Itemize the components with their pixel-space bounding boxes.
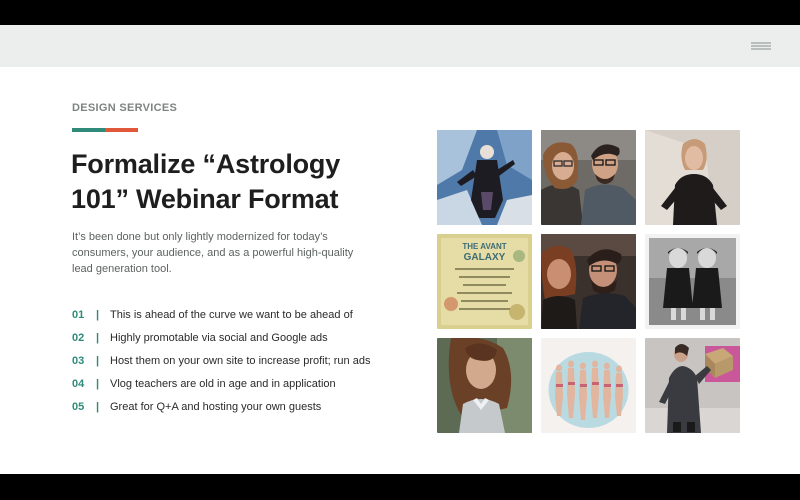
list-item-text: Great for Q+A and hosting your own guest… [110,400,322,413]
photo-couple-selfie-dark [541,234,636,329]
hamburger-menu-icon[interactable] [748,39,774,53]
art-illustration-icon [541,338,636,433]
photo-couple-selfie [541,130,636,225]
portrait-single-icon [437,338,532,433]
portrait-single-icon [645,338,740,433]
portrait-pair-icon [541,234,636,329]
accent-divider-orange [105,128,138,132]
list-item: 01 | This is ahead of the curve we want to… [72,303,402,326]
list-item: 04 | Vlog teachers are old in age and in a… [72,372,402,395]
list-item: 03 | Host them on your own site to increas… [72,349,402,372]
list-item: 02 | Highly promotable via social and Goog… [72,326,402,349]
list-item-separator: | [96,354,100,367]
poster-title-line2: GALAXY [464,252,506,263]
slide-title: Formalize “Astrology 101” Webinar Format [71,149,341,214]
list-item-text: Vlog teachers are old in age and in appl… [110,377,336,390]
portrait-pair-bw-icon [645,234,740,329]
portrait-single-icon [645,130,740,225]
photo-twin-girls [645,234,740,329]
photo-watercolor-figures [541,338,636,433]
slide-subtitle: It’s been done but only lightly moderniz… [72,231,354,275]
accent-divider-teal [72,128,105,132]
section-eyebrow: DESIGN SERVICES [72,102,178,114]
photo-woman-hair-portrait [437,338,532,433]
letterbox-top [0,0,800,25]
list-item-number: 05 [72,400,85,413]
photo-woman-black-sweater [645,130,740,225]
slide-header-band [0,25,800,67]
list-item-separator: | [96,308,100,321]
list-item-number: 01 [72,308,85,321]
presentation-slide: DESIGN SERVICES Formalize “Astrology 101… [0,25,800,474]
numbered-list: 01 | This is ahead of the curve we want to… [72,303,402,418]
list-item-text: This is ahead of the curve we want to be… [110,308,353,321]
photo-illustrated-figure [437,130,532,225]
list-item-number: 03 [72,354,85,367]
art-illustration-icon [437,130,532,225]
photo-grid: THE AVANT GALAXY [437,130,740,433]
letterbox-bottom [0,474,800,500]
list-item-number: 04 [72,377,85,390]
list-item-number: 02 [72,331,85,344]
list-item: 05 | Great for Q+A and hosting your own gu… [72,395,402,418]
text-poster-icon: THE AVANT GALAXY [437,234,532,329]
list-item-separator: | [96,377,100,390]
list-item-separator: | [96,331,100,344]
list-item-separator: | [96,400,100,413]
portrait-pair-icon [541,130,636,225]
poster-title-line1: THE AVANT [462,242,506,251]
list-item-text: Highly promotable via social and Google … [110,331,328,344]
photo-woman-with-box [645,338,740,433]
photo-the-avant-galaxy: THE AVANT GALAXY [437,234,532,329]
accent-divider [72,128,138,132]
list-item-text: Host them on your own site to increase p… [110,354,371,367]
